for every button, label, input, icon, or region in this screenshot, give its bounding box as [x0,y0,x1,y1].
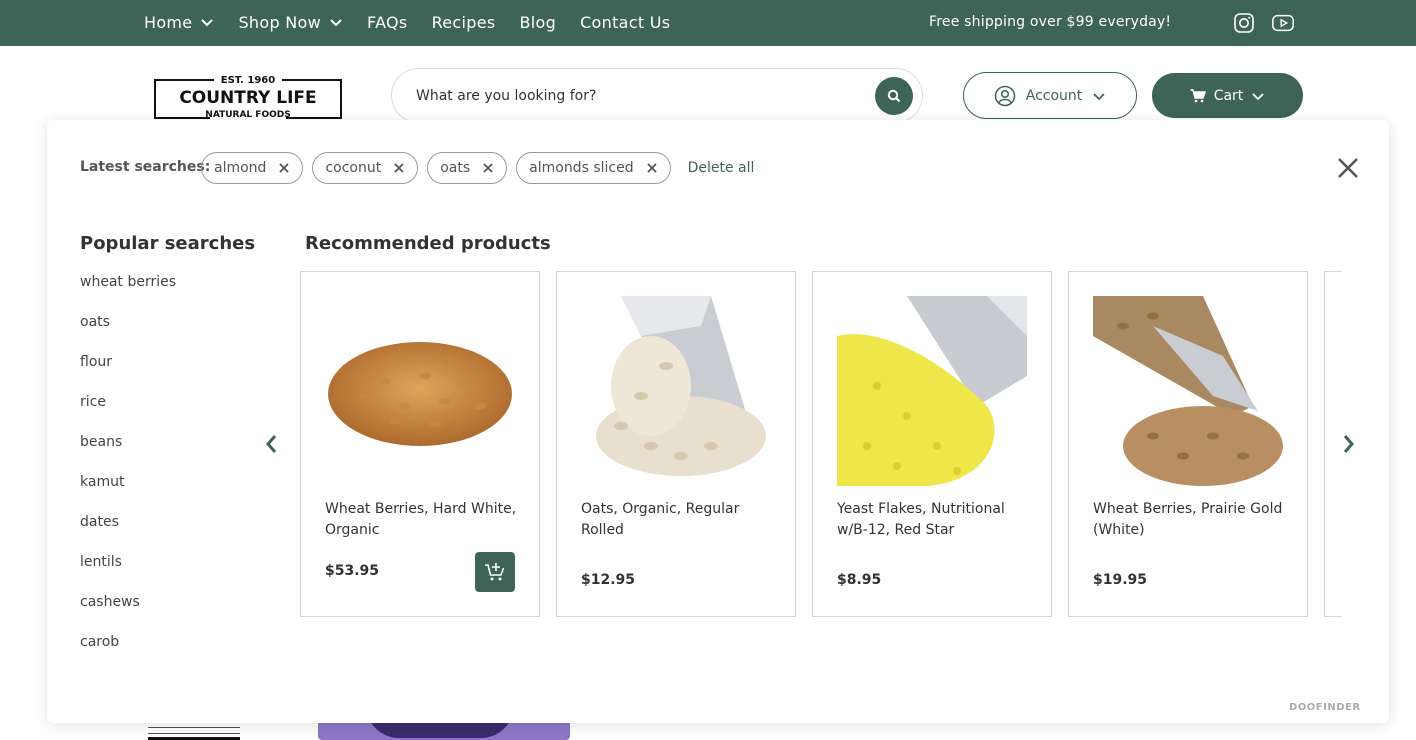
nav-faqs-label: FAQs [367,12,408,32]
nav-recipes-label: Recipes [431,12,496,32]
doofinder-brand[interactable]: DOOFINDER [1289,702,1361,713]
search-bar [391,68,923,123]
instagram-icon[interactable] [1232,11,1256,35]
nav-blog-label: Blog [519,12,557,32]
product-card[interactable] [1324,271,1342,617]
chip-label: coconut [325,160,382,176]
top-navigation-bar: Home Shop Now FAQs Recipes Blog Contact … [0,0,1416,46]
product-price: $53.95 [325,563,380,579]
search-button[interactable] [875,77,913,115]
product-price: $12.95 [581,572,636,588]
latest-search-chip[interactable]: almonds sliced [516,152,671,184]
cart-button[interactable]: Cart [1152,73,1303,118]
product-name[interactable]: Wheat Berries, Hard White, Organic [325,499,521,541]
close-icon[interactable] [482,162,494,174]
product-name[interactable]: Yeast Flakes, Nutritional w/B-12, Red St… [837,499,1033,541]
nav-blog[interactable]: Blog [519,13,556,32]
chevron-left-icon[interactable] [263,432,279,456]
cart-label: Cart [1213,87,1244,104]
nav-faqs[interactable]: FAQs [367,13,408,32]
search-input[interactable] [416,83,856,109]
nav-shop-now-label: Shop Now [238,12,322,32]
product-card[interactable]: Yeast Flakes, Nutritional w/B-12, Red St… [812,271,1052,617]
popular-search-item[interactable]: wheat berries [80,274,176,314]
logo-name: COUNTRY LIFE [179,88,316,108]
product-card[interactable]: Oats, Organic, Regular Rolled $12.95 [556,271,796,617]
chevron-down-icon [1252,92,1264,100]
youtube-icon[interactable] [1271,11,1295,35]
delete-all-link[interactable]: Delete all [688,160,755,176]
product-card[interactable]: Wheat Berries, Prairie Gold (White) $19.… [1068,271,1308,617]
latest-searches: almond coconut oats almonds sliced Delet… [201,152,754,184]
chevron-down-icon [330,19,342,27]
product-image [325,296,515,486]
close-panel-icon[interactable] [1336,156,1360,180]
popular-search-item[interactable]: beans [80,434,176,474]
main-nav: Home Shop Now FAQs Recipes Blog Contact … [144,0,670,44]
close-icon[interactable] [278,162,290,174]
search-results-panel: Latest searches: almond coconut oats alm… [47,120,1389,723]
product-image [837,296,1027,486]
nav-recipes[interactable]: Recipes [432,13,496,32]
nav-shop-now[interactable]: Shop Now [238,13,343,32]
chevron-down-icon [201,19,214,27]
account-button[interactable]: Account [963,72,1137,119]
chip-label: oats [440,160,471,176]
nav-home-label: Home [144,12,193,32]
cart-icon [1190,88,1206,102]
chevron-right-icon[interactable] [1341,432,1357,456]
nav-contact-us[interactable]: Contact Us [580,13,670,32]
product-image [581,296,771,486]
product-image [1093,296,1283,486]
chevron-down-icon [1093,92,1105,100]
add-to-cart-icon [485,563,505,581]
popular-search-item[interactable]: dates [80,514,176,554]
latest-search-chip[interactable]: oats [427,152,508,184]
product-name[interactable]: Wheat Berries, Prairie Gold (White) [1093,499,1289,541]
popular-search-item[interactable]: cashews [80,594,176,634]
popular-search-item[interactable]: carob [80,634,176,674]
logo-sub: NATURAL FOODS [205,110,290,120]
product-name[interactable]: Oats, Organic, Regular Rolled [581,499,777,541]
latest-search-chip[interactable]: almond [201,152,304,184]
product-price: $19.95 [1093,572,1148,588]
close-icon[interactable] [393,162,405,174]
product-price: $8.95 [837,572,882,588]
recommended-products-title: Recommended products [305,233,551,254]
logo-est: EST. 1960 [221,75,275,86]
nav-home[interactable]: Home [144,13,214,32]
popular-search-item[interactable]: lentils [80,554,176,594]
chip-label: almonds sliced [529,160,634,176]
shipping-banner: Free shipping over $99 everyday! [929,14,1172,30]
popular-searches-list: wheat berries oats flour rice beans kamu… [80,274,176,674]
popular-search-item[interactable]: kamut [80,474,176,514]
close-icon[interactable] [646,162,658,174]
latest-searches-label: Latest searches: [80,159,211,175]
product-card[interactable]: Wheat Berries, Hard White, Organic $53.9… [300,271,540,617]
add-to-cart-button[interactable] [475,552,515,592]
popular-search-item[interactable]: flour [80,354,176,394]
popular-search-item[interactable]: rice [80,394,176,434]
country-life-logo[interactable]: EST. 1960 COUNTRY LIFE NATURAL FOODS [154,72,342,120]
popular-search-item[interactable]: oats [80,314,176,354]
latest-search-chip[interactable]: coconut [312,152,419,184]
product-carousel: Wheat Berries, Hard White, Organic $53.9… [300,271,1342,617]
nav-contact-us-label: Contact Us [580,12,671,32]
chip-label: almond [214,160,267,176]
account-label: Account [1025,87,1083,104]
search-icon [887,89,901,103]
popular-searches-title: Popular searches [80,233,256,254]
user-icon [994,85,1015,106]
